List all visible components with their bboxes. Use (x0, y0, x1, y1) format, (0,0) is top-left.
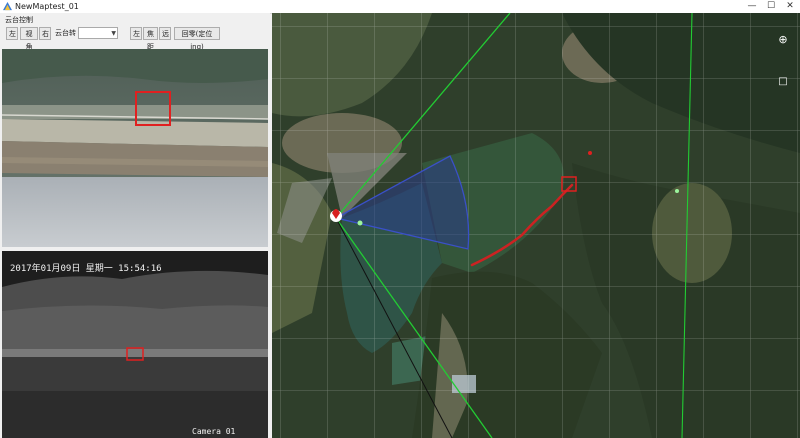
focus-button[interactable]: 焦距 (143, 27, 158, 51)
window-title: NewMaptest_01 (15, 2, 79, 11)
expand-icon[interactable]: ⊕ (776, 33, 790, 47)
ptz-right-button[interactable]: 右 (39, 27, 51, 40)
camera-timestamp: 2017年01月09日 星期一 15:54:16 (10, 264, 162, 274)
focus-left-button[interactable]: 左 (130, 27, 142, 40)
maximize-button[interactable]: ☐ (763, 0, 779, 13)
focus-far-button[interactable]: 远 (159, 27, 171, 40)
video-panel: 云台控制 左 视角 右 云台转 ▼ 左 焦距 远 回零(定位ing) 2017年… (0, 13, 270, 438)
ptz-left-button[interactable]: 左 (6, 27, 18, 40)
target-point (588, 151, 592, 155)
fullscreen-icon[interactable]: □ (776, 75, 790, 89)
reference-point (675, 189, 679, 193)
chevron-down-icon: ▼ (111, 30, 116, 37)
thermal-camera-view[interactable]: 2017年01月09日 星期一 15:54:16 Camera 01 (2, 251, 268, 438)
app-icon (3, 2, 12, 11)
visible-camera-image (2, 49, 268, 247)
ptz-rotate-label: 云台转 (55, 29, 76, 37)
minimize-button[interactable]: — (744, 0, 760, 13)
thermal-camera-image (2, 251, 268, 438)
satellite-map[interactable]: ⊕ □ (272, 13, 800, 438)
visible-camera-view[interactable] (2, 49, 268, 247)
ptz-rotate-select[interactable]: ▼ (78, 27, 118, 39)
view-angle-button[interactable]: 视角 (20, 27, 38, 51)
close-button[interactable]: ✕ (782, 0, 798, 13)
ptz-control-title: 云台控制 (5, 16, 33, 24)
window-titlebar: NewMaptest_01 — ☐ ✕ (0, 0, 800, 14)
map-canvas (272, 13, 800, 438)
home-position-button[interactable]: 回零(定位ing) (174, 27, 220, 51)
camera-label: Camera 01 (192, 427, 236, 436)
camera-focus-point (357, 220, 363, 226)
